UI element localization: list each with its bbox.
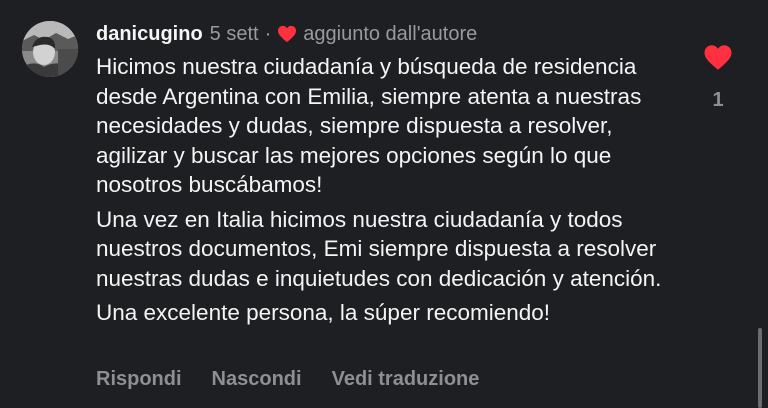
reply-button[interactable]: Rispondi <box>96 368 182 391</box>
meta-separator: · <box>264 22 272 45</box>
comment-time: 5 sett <box>209 22 259 45</box>
translate-button[interactable]: Vedi traduzione <box>332 368 480 391</box>
hide-button[interactable]: Nascondi <box>212 368 302 391</box>
comment-item: danicugino 5 sett · aggiunto dall'autore… <box>0 0 768 408</box>
heart-author-icon <box>278 25 297 43</box>
comment-body: danicugino 5 sett · aggiunto dall'autore… <box>96 20 686 333</box>
scrollbar[interactable] <box>758 328 762 408</box>
heart-filled-icon[interactable] <box>703 44 733 71</box>
avatar-photo <box>22 21 78 77</box>
username[interactable]: danicugino <box>96 23 203 46</box>
comment-actions: Rispondi Nascondi Vedi traduzione <box>96 368 479 391</box>
comment-paragraph: Hicimos nuestra ciudadanía y búsqueda de… <box>96 54 642 197</box>
comment-text: Hicimos nuestra ciudadanía y búsqueda de… <box>96 52 686 328</box>
comment-paragraph: Una excelente persona, la súper recomien… <box>96 300 551 325</box>
liked-by-author-label: aggiunto dall'autore <box>303 22 478 45</box>
like-column: 1 <box>700 44 736 112</box>
like-count: 1 <box>712 89 724 111</box>
comment-paragraph: Una vez en Italia hicimos nuestra ciudad… <box>96 206 662 291</box>
avatar[interactable] <box>22 21 78 77</box>
comment-meta: danicugino 5 sett · aggiunto dall'autore <box>96 20 686 48</box>
